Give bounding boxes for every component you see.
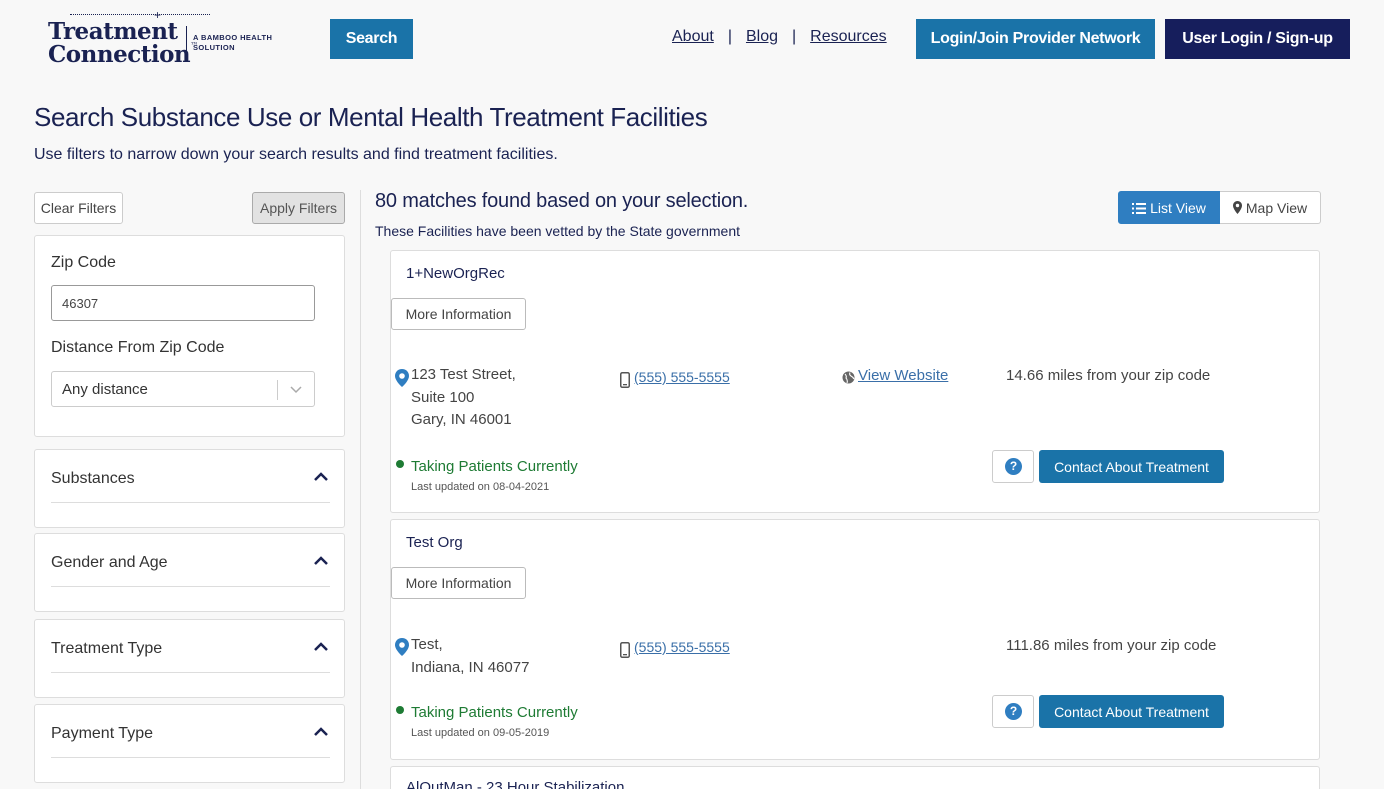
user-login-button[interactable]: User Login / Sign-up xyxy=(1165,19,1350,59)
accordion-divider xyxy=(51,672,330,673)
chevron-up-icon[interactable] xyxy=(312,552,330,570)
facility-address: 123 Test Street, Suite 100 Gary, IN 4600… xyxy=(411,364,516,432)
map-marker-icon xyxy=(1232,200,1242,214)
accordion-divider xyxy=(51,502,330,503)
view-toggle: List View Map View xyxy=(1118,191,1321,224)
address-line: 123 Test Street, xyxy=(411,366,516,383)
page-title: Search Substance Use or Mental Health Tr… xyxy=(34,102,708,132)
map-view-button[interactable]: Map View xyxy=(1220,191,1321,224)
list-icon xyxy=(1132,202,1147,214)
nav-link-blog[interactable]: Blog xyxy=(746,28,778,45)
nav-separator: | xyxy=(727,28,732,45)
clear-filters-button[interactable]: Clear Filters xyxy=(34,192,123,224)
nav-separator: | xyxy=(792,28,797,45)
top-nav: About | Blog | Resources xyxy=(672,28,887,46)
results-vetted-note: These Facilities have been vetted by the… xyxy=(375,223,740,239)
facility-card: Test Org More Information Test, Indiana,… xyxy=(390,519,1320,760)
page-subtitle: Use filters to narrow down your search r… xyxy=(34,146,558,163)
logo-line2: Connection™ xyxy=(48,41,198,68)
address-line: Indiana, IN 46077 xyxy=(411,658,530,676)
list-view-button[interactable]: List View xyxy=(1118,191,1220,224)
facility-last-updated: Last updated on 08-04-2021 xyxy=(411,481,550,493)
facility-status: Taking Patients Currently xyxy=(411,458,578,475)
chevron-up-icon[interactable] xyxy=(312,468,330,486)
distance-select-value: Any distance xyxy=(62,381,148,398)
accordion-label: Payment Type xyxy=(51,725,153,742)
globe-icon xyxy=(842,371,855,384)
chevron-up-icon[interactable] xyxy=(312,723,330,741)
facility-name[interactable]: Test Org xyxy=(406,534,463,551)
facility-status: Taking Patients Currently xyxy=(411,704,578,721)
facility-name[interactable]: AlOutMan - 23 Hour Stabilization xyxy=(406,779,624,789)
location-filter-panel: Zip Code Distance From Zip Code Any dist… xyxy=(34,235,345,437)
address-line: Suite 100 xyxy=(411,388,475,406)
status-dot xyxy=(396,706,404,714)
apply-filters-button[interactable]: Apply Filters xyxy=(252,192,345,224)
contact-about-treatment-button[interactable]: Contact About Treatment xyxy=(1039,695,1224,728)
chevron-up-icon[interactable] xyxy=(312,638,330,656)
chevron-down-icon xyxy=(290,386,302,394)
facility-distance: 14.66 miles from your zip code xyxy=(1006,367,1211,384)
question-circle-icon: ? xyxy=(1005,703,1022,720)
facility-phone-link[interactable]: (555) 555-5555 xyxy=(634,639,730,655)
logo-line2-text: Connection xyxy=(48,41,191,68)
contact-about-treatment-button[interactable]: Contact About Treatment xyxy=(1039,450,1224,483)
status-dot xyxy=(396,460,404,468)
map-pin-icon xyxy=(395,369,409,387)
nav-link-resources[interactable]: Resources xyxy=(810,28,886,45)
nav-link-about[interactable]: About xyxy=(672,28,714,45)
provider-login-button[interactable]: Login/Join Provider Network xyxy=(916,19,1155,59)
site-header: + Treatment Connection™ A BAMBOO HEALTH … xyxy=(0,0,1384,80)
address-line: Gary, IN 46001 xyxy=(411,411,512,428)
accordion-gender-age[interactable]: Gender and Age xyxy=(34,533,345,612)
facility-name[interactable]: 1+NewOrgRec xyxy=(406,265,505,282)
more-information-button[interactable]: More Information xyxy=(391,298,526,330)
accordion-treatment-type[interactable]: Treatment Type xyxy=(34,619,345,698)
address-line: Test, xyxy=(411,636,443,653)
zip-code-label: Zip Code xyxy=(51,254,116,271)
accordion-label: Treatment Type xyxy=(51,640,163,657)
mobile-phone-icon xyxy=(620,642,630,658)
map-pin-icon xyxy=(395,638,409,656)
question-circle-icon: ? xyxy=(1005,458,1022,475)
facility-card: AlOutMan - 23 Hour Stabilization xyxy=(390,766,1320,789)
accordion-label: Substances xyxy=(51,470,135,487)
results-count: 80 matches found based on your selection… xyxy=(375,190,749,212)
distance-label: Distance From Zip Code xyxy=(51,339,225,356)
view-website-link[interactable]: View Website xyxy=(858,367,948,384)
mobile-phone-icon xyxy=(620,372,630,388)
accordion-label: Gender and Age xyxy=(51,554,168,571)
accordion-divider xyxy=(51,586,330,587)
column-divider xyxy=(360,190,361,789)
logo-divider xyxy=(186,26,187,62)
distance-select[interactable]: Any distance xyxy=(51,371,315,407)
logo-tagline: A BAMBOO HEALTH SOLUTION xyxy=(193,33,273,52)
accordion-payment-type[interactable]: Payment Type xyxy=(34,704,345,783)
map-view-label: Map View xyxy=(1245,199,1308,216)
facility-address: Test, Indiana, IN 46077 xyxy=(411,634,529,679)
help-button[interactable]: ? xyxy=(992,695,1034,728)
list-view-label: List View xyxy=(1150,199,1206,216)
zip-code-input[interactable] xyxy=(51,285,315,321)
accordion-divider xyxy=(51,757,330,758)
accordion-substances[interactable]: Substances xyxy=(34,449,345,528)
search-button[interactable]: Search xyxy=(330,19,413,59)
facility-phone-link[interactable]: (555) 555-5555 xyxy=(634,369,730,385)
help-button[interactable]: ? xyxy=(992,450,1034,483)
facility-card: 1+NewOrgRec More Information 123 Test St… xyxy=(390,250,1320,513)
more-information-button[interactable]: More Information xyxy=(391,567,526,599)
treatment-connection-logo[interactable]: + Treatment Connection™ A BAMBOO HEALTH … xyxy=(48,8,288,68)
facility-distance: 111.86 miles from your zip code xyxy=(1006,637,1217,654)
facility-last-updated: Last updated on 09-05-2019 xyxy=(411,727,550,739)
select-divider xyxy=(277,380,278,400)
